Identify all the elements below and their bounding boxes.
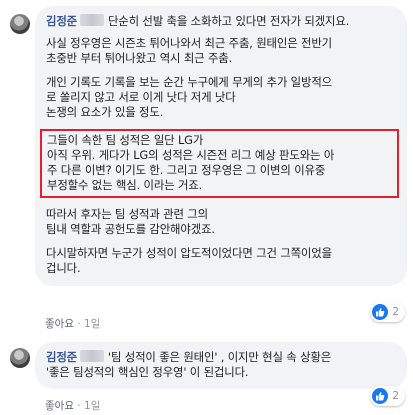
highlighted-paragraph: 그들이 속한 팀 성적은 일단 LG가 아직 우위. 게다가 LG의 성적은 시… [40,129,399,198]
comment-paragraph: 따라서 후자는 팀 성적과 관련 그의 팀내 역할과 공헌도를 감안해야겠죠. [46,207,215,236]
thumbs-up-icon [372,388,389,404]
like-link[interactable]: 좋아요 [45,400,74,412]
reaction-summary[interactable]: 2 [370,386,405,406]
comment-paragraph: 사실 정우영은 시즌초 튀어나와서 최근 주춤, 원태인은 전반기 초중반 부터… [46,36,333,65]
comment-text: 단순히 선발 축을 소화하고 있다면 전자가 되겠지요. [107,14,350,28]
like-link[interactable]: 좋아요 [45,318,74,330]
redacted-name [80,14,105,26]
comment-paragraph: 다시말하자면 누군가 성적이 압도적이었다면 그건 그쪽이었을 겁니다. [46,246,332,275]
avatar[interactable] [10,348,30,368]
comment-body: 김정준 '팀 성적이 좋은 원태인' , 이지만 현실 속 상황은 '좋은 팀성… [46,350,395,380]
comment-body-first: 김정준 단순히 선발 축을 소화하고 있다면 전자가 되겠지요. [46,14,395,29]
comment-bubble: 김정준 '팀 성적이 좋은 원태인' , 이지만 현실 속 상황은 '좋은 팀성… [35,342,407,389]
separator: · [77,318,81,330]
reaction-count: 2 [392,390,399,402]
comment-bubble: 김정준 단순히 선발 축을 소화하고 있다면 전자가 되겠지요. 사실 정우영은… [35,6,407,286]
timestamp[interactable]: 1일 [84,400,100,412]
redacted-name [80,350,105,362]
comment-paragraph: 개인 기록도 기록을 보는 순간 누구에게 무게의 추가 일방적으 로 쏠리지 … [46,75,333,119]
thumbs-up-icon [372,304,389,320]
comment-actions: 좋아요 · 1일 [45,316,100,331]
author-name[interactable]: 김정준 [46,350,77,364]
timestamp[interactable]: 1일 [84,318,100,330]
reaction-summary[interactable]: 2 [370,302,405,322]
author-name[interactable]: 김정준 [46,14,77,28]
separator: · [77,400,81,412]
comment-actions: 좋아요 · 1일 [45,398,100,413]
reaction-count: 2 [392,306,399,318]
avatar[interactable] [10,14,30,34]
